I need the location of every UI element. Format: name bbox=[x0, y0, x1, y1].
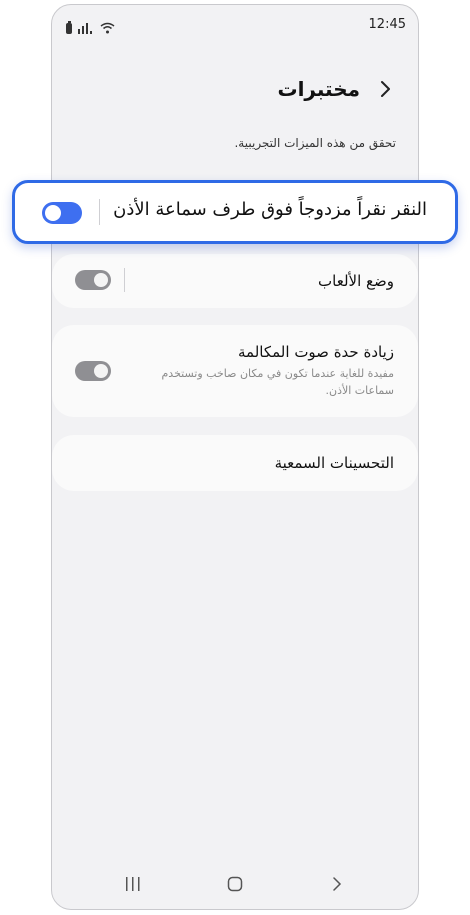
double-tap-label: النقر نقراً مزدوجاً فوق طرف سماعة الأذن bbox=[113, 199, 427, 220]
call-volume-label: زيادة حدة صوت المكالمة bbox=[238, 343, 394, 361]
call-volume-toggle[interactable] bbox=[75, 361, 111, 381]
home-icon[interactable] bbox=[220, 869, 250, 899]
toggle-knob bbox=[94, 273, 108, 287]
signal-icon bbox=[78, 19, 94, 38]
status-time: 12:45 bbox=[368, 17, 406, 32]
page-title: مختبرات bbox=[277, 77, 360, 101]
double-tap-highlight-card[interactable]: النقر نقراً مزدوجاً فوق طرف سماعة الأذن bbox=[12, 180, 458, 244]
double-tap-toggle[interactable] bbox=[42, 202, 82, 224]
divider bbox=[124, 268, 125, 292]
hearing-enhancements-card[interactable]: التحسينات السمعية bbox=[52, 435, 418, 491]
call-volume-card[interactable]: زيادة حدة صوت المكالمة مفيدة للغاية عندم… bbox=[52, 325, 418, 417]
wifi-icon bbox=[100, 19, 115, 38]
recent-apps-icon[interactable] bbox=[118, 869, 148, 899]
page-header: مختبرات bbox=[277, 77, 396, 101]
divider bbox=[99, 199, 100, 225]
status-bar: 12:45 bbox=[52, 5, 418, 45]
chevron-back-icon[interactable] bbox=[374, 78, 396, 100]
game-mode-label: وضع الألعاب bbox=[318, 272, 394, 290]
call-volume-description: مفيدة للغاية عندما تكون في مكان صاخب وتس… bbox=[161, 367, 394, 397]
navigation-bar bbox=[52, 859, 418, 909]
page-description: تحقق من هذه الميزات التجريبية. bbox=[234, 136, 396, 150]
status-icons bbox=[66, 19, 115, 38]
toggle-knob bbox=[94, 364, 108, 378]
battery-icon bbox=[66, 21, 72, 34]
phone-frame: 12:45 مختبرات تحقق من هذه الميزات التجري… bbox=[51, 4, 419, 910]
hearing-enhancements-label: التحسينات السمعية bbox=[274, 454, 394, 472]
game-mode-card[interactable]: وضع الألعاب bbox=[52, 254, 418, 308]
toggle-knob bbox=[45, 205, 61, 221]
game-mode-toggle[interactable] bbox=[75, 270, 111, 290]
back-icon[interactable] bbox=[322, 869, 352, 899]
